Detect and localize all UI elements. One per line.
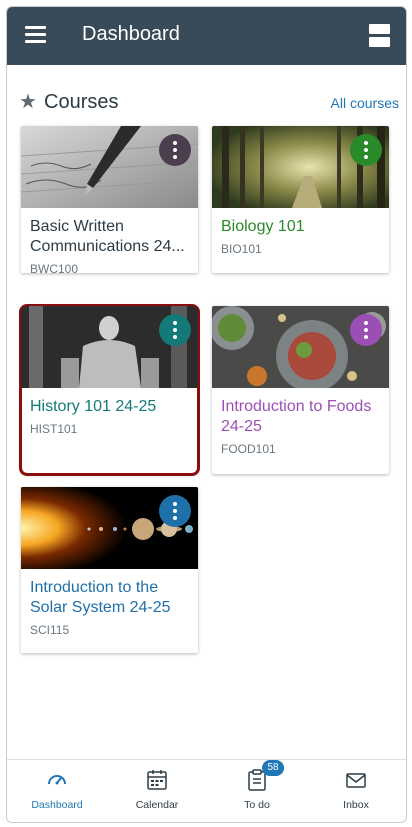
tab-calendar[interactable]: Calendar (107, 760, 207, 822)
kebab-icon (173, 501, 177, 522)
tab-dashboard-label: Dashboard (31, 799, 83, 811)
hamburger-menu-icon[interactable] (25, 26, 46, 44)
page-title: Dashboard (82, 23, 180, 45)
kebab-icon (173, 140, 177, 161)
course-code: SCI115 (30, 623, 70, 637)
tab-inbox-label: Inbox (343, 799, 369, 811)
dashboard-gauge-icon (48, 775, 66, 785)
course-card-hist101[interactable]: History 101 24-25 HIST101 (19, 304, 200, 476)
top-app-bar: Dashboard (7, 7, 406, 65)
course-code: BWC100 (30, 262, 79, 273)
course-code: HIST101 (30, 422, 78, 436)
inbox-envelope-icon (346, 773, 366, 788)
course-title: History 101 24-25 (30, 398, 157, 415)
course-options-button[interactable] (159, 134, 191, 166)
tab-todo-label: To do (244, 799, 270, 811)
course-code: BIO101 (221, 242, 262, 256)
courses-heading: Courses (44, 91, 119, 113)
course-code: FOOD101 (221, 442, 276, 456)
course-card-food101[interactable]: Introduction to Foods 24-25 FOOD101 (212, 306, 389, 474)
calendar-icon (147, 770, 167, 790)
course-options-button[interactable] (350, 314, 382, 346)
course-title: Introduction to the Solar System 24-25 (30, 579, 171, 616)
tab-dashboard[interactable]: Dashboard (7, 760, 107, 822)
course-title: Basic Written Communications 24... (30, 218, 185, 255)
tab-calendar-label: Calendar (135, 799, 179, 811)
kebab-icon (364, 320, 368, 341)
app-frame: Dashboard ★ Courses All courses Basic Wr… (6, 6, 407, 823)
course-options-button[interactable] (350, 134, 382, 166)
card-layout-toggle-icon[interactable] (369, 24, 390, 48)
course-card-bwc100[interactable]: Basic Written Communications 24... BWC10… (21, 126, 198, 273)
course-options-button[interactable] (159, 314, 191, 346)
tab-todo[interactable]: 58 To do (207, 760, 307, 822)
kebab-icon (173, 320, 177, 341)
course-title: Biology 101 (221, 218, 305, 235)
kebab-icon (364, 140, 368, 161)
courses-section-header: ★ Courses All courses (19, 91, 399, 117)
all-courses-link[interactable]: All courses (331, 95, 399, 111)
todo-count-badge: 58 (262, 760, 284, 776)
course-card-bio101[interactable]: Biology 101 BIO101 (212, 126, 389, 273)
bottom-navigation: Dashboard Calendar 58 To do Inbox (7, 759, 406, 822)
star-icon: ★ (19, 91, 37, 113)
tab-inbox[interactable]: Inbox (306, 760, 406, 822)
course-card-sci115[interactable]: Introduction to the Solar System 24-25 S… (21, 487, 198, 653)
course-options-button[interactable] (159, 495, 191, 527)
course-title: Introduction to Foods 24-25 (221, 398, 372, 435)
